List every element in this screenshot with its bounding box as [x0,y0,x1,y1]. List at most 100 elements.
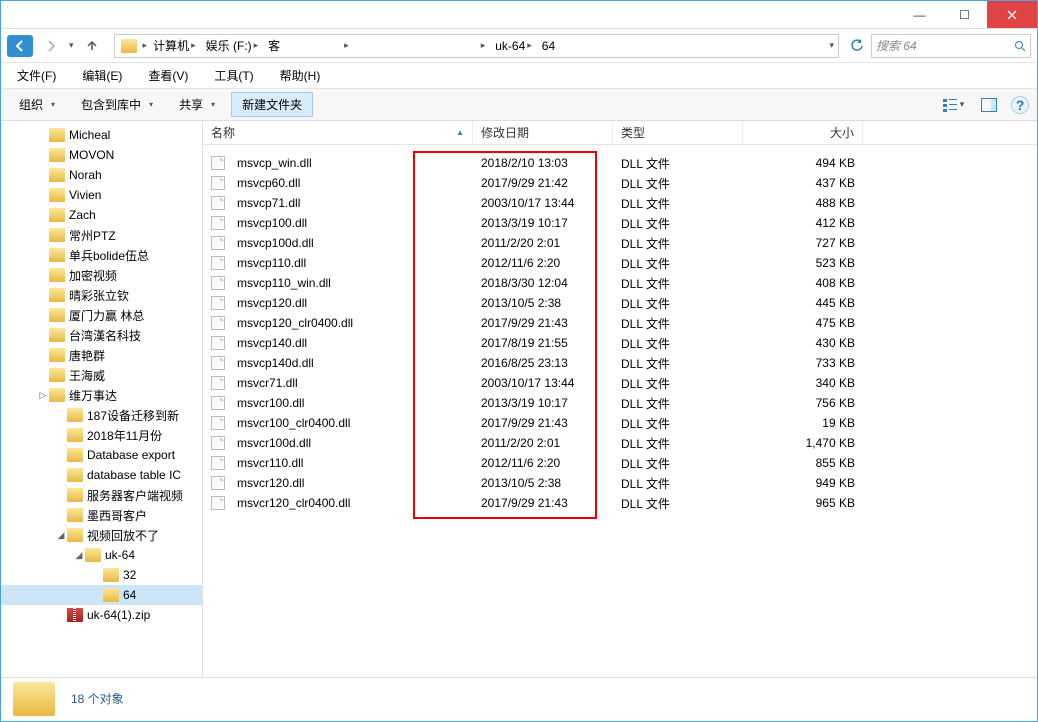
tree-item[interactable]: database table IC [1,465,202,485]
tree-item-label: Norah [69,168,102,182]
tree-pane[interactable]: MichealMOVON Norah VivienZach常州PTZ单兵bolide… [1,121,203,677]
file-type: DLL 文件 [613,235,743,252]
file-row[interactable]: msvcp71.dll2003/10/17 13:44DLL 文件488 KB [203,193,1037,213]
tree-item[interactable]: Micheal [1,125,202,145]
file-row[interactable]: msvcr71.dll2003/10/17 13:44DLL 文件340 KB [203,373,1037,393]
file-size: 756 KB [743,396,863,410]
file-icon [211,176,225,190]
file-date: 2018/3/30 12:04 [473,276,613,290]
file-row[interactable]: msvcr100d.dll2011/2/20 2:01DLL 文件1,470 K… [203,433,1037,453]
folder-icon [49,308,65,322]
menu-file[interactable]: 文件(F) [7,65,66,86]
organize-button[interactable]: 组织 [9,93,65,116]
tree-item[interactable]: 32 [1,565,202,585]
tree-item[interactable]: 厦门力赢 林总 [1,305,202,325]
close-button[interactable] [987,1,1037,28]
tree-item[interactable]: 187设备迁移到新 [1,405,202,425]
crumb-folder2[interactable]: ▸ [355,35,490,57]
file-size: 1,470 KB [743,436,863,450]
file-row[interactable]: msvcp120.dll2013/10/5 2:38DLL 文件445 KB [203,293,1037,313]
col-header-size[interactable]: 大小 [743,121,863,144]
tree-item[interactable]: uk-64(1).zip [1,605,202,625]
expander-icon[interactable]: ◢ [73,550,85,561]
menu-view[interactable]: 查看(V) [138,65,198,86]
tree-item[interactable]: ▷维万事达 [1,385,202,405]
forward-button[interactable] [37,34,65,58]
tree-item[interactable]: ◢uk-64 [1,545,202,565]
file-type: DLL 文件 [613,195,743,212]
file-date: 2011/2/20 2:01 [473,236,613,250]
tree-item[interactable]: 墨西哥客户 [1,505,202,525]
back-button[interactable] [7,35,33,57]
file-name: msvcr71.dll [237,376,298,390]
refresh-button[interactable] [847,36,867,56]
tree-item[interactable]: 常州PTZ [1,225,202,245]
file-row[interactable]: msvcr120_clr0400.dll2017/9/29 21:43DLL 文… [203,493,1037,513]
tree-item[interactable]: ◢视频回放不了 [1,525,202,545]
file-row[interactable]: msvcp60.dll2017/9/29 21:42DLL 文件437 KB [203,173,1037,193]
help-button[interactable]: ? [1011,96,1029,114]
maximize-button[interactable]: ☐ [942,1,987,28]
tree-item[interactable]: 唐艳群 [1,345,202,365]
file-row[interactable]: msvcp100d.dll2011/2/20 2:01DLL 文件727 KB [203,233,1037,253]
minimize-button[interactable]: — [897,1,942,28]
search-input[interactable]: 搜索 64 [871,34,1031,58]
col-header-date[interactable]: 修改日期 [473,121,613,144]
share-button[interactable]: 共享 [169,93,225,116]
file-date: 2012/11/6 2:20 [473,256,613,270]
file-row[interactable]: msvcp_win.dll2018/2/10 13:03DLL 文件494 KB [203,153,1037,173]
tree-item[interactable]: Database export [1,445,202,465]
tree-item-label: database table IC [87,468,181,482]
menu-tools[interactable]: 工具(T) [204,65,263,86]
col-header-type[interactable]: 类型 [613,121,743,144]
tree-item[interactable]: 加密视频 [1,265,202,285]
file-icon [211,256,225,270]
crumb-uk64[interactable]: uk-64▸ [491,35,536,57]
file-row[interactable]: msvcp120_clr0400.dll2017/9/29 21:43DLL 文… [203,313,1037,333]
list-header: 名称▲ 修改日期 类型 大小 [203,121,1037,145]
file-name: msvcp110.dll [237,256,306,270]
tree-item[interactable]: 服务器客户端视频 [1,485,202,505]
file-row[interactable]: msvcr100_clr0400.dll2017/9/29 21:43DLL 文… [203,413,1037,433]
file-row[interactable]: msvcp110.dll2012/11/6 2:20DLL 文件523 KB [203,253,1037,273]
file-row[interactable]: msvcr120.dll2013/10/5 2:38DLL 文件949 KB [203,473,1037,493]
breadcrumb[interactable]: ▸ 计算机▸ 娱乐 (F:)▸ 客▸ ▸ uk-64▸ 64 ▾ [114,34,839,58]
tree-item[interactable]: 王海威 [1,365,202,385]
recent-dropdown[interactable]: ▾ [69,40,74,51]
breadcrumb-dropdown[interactable]: ▾ [829,40,834,51]
tree-item[interactable]: Norah [1,165,202,185]
crumb-computer[interactable]: 计算机▸ [149,35,200,57]
file-row[interactable]: msvcp140d.dll2016/8/25 23:13DLL 文件733 KB [203,353,1037,373]
tree-item[interactable]: Vivien [1,185,202,205]
folder-icon [49,248,65,262]
crumb-64[interactable]: 64 [538,35,559,57]
file-row[interactable]: msvcp110_win.dll2018/3/30 12:04DLL 文件408… [203,273,1037,293]
file-row[interactable]: msvcp100.dll2013/3/19 10:17DLL 文件412 KB [203,213,1037,233]
chevron-right-icon[interactable]: ▸ [143,40,148,51]
menu-help[interactable]: 帮助(H) [270,65,331,86]
file-row[interactable]: msvcp140.dll2017/8/19 21:55DLL 文件430 KB [203,333,1037,353]
title-bar: — ☐ [1,1,1037,29]
view-options-button[interactable]: ▾ [939,94,967,116]
tree-item[interactable]: 64 [1,585,202,605]
col-header-name[interactable]: 名称▲ [203,121,473,144]
include-button[interactable]: 包含到库中 [71,93,163,116]
newfolder-button[interactable]: 新建文件夹 [231,92,313,117]
up-button[interactable] [78,34,106,58]
folder-icon [67,528,83,542]
crumb-folder1[interactable]: 客▸ [264,35,353,57]
tree-item[interactable]: 晴彩张立钦 [1,285,202,305]
expander-icon[interactable]: ▷ [37,390,49,401]
crumb-drive[interactable]: 娱乐 (F:)▸ [202,35,263,57]
file-list[interactable]: 名称▲ 修改日期 类型 大小 msvcp_win.dll2018/2/10 13… [203,121,1037,677]
tree-item[interactable]: 台湾漢名科技 [1,325,202,345]
file-row[interactable]: msvcr100.dll2013/3/19 10:17DLL 文件756 KB [203,393,1037,413]
tree-item[interactable]: MOVON [1,145,202,165]
file-row[interactable]: msvcr110.dll2012/11/6 2:20DLL 文件855 KB [203,453,1037,473]
preview-pane-button[interactable] [975,94,1003,116]
tree-item[interactable]: 2018年11月份 [1,425,202,445]
tree-item[interactable]: Zach [1,205,202,225]
tree-item[interactable]: 单兵bolide伍总 [1,245,202,265]
expander-icon[interactable]: ◢ [55,530,67,541]
menu-edit[interactable]: 编辑(E) [72,65,132,86]
